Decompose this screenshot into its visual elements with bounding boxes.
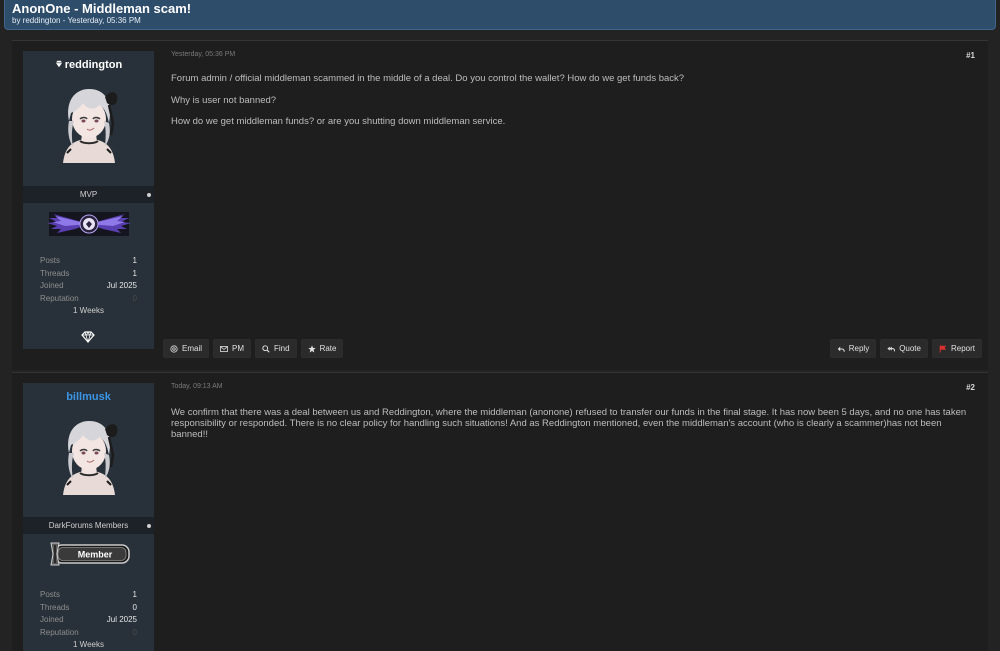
stat-label: Reputation xyxy=(40,293,79,303)
username-link[interactable]: reddington xyxy=(23,58,154,72)
username-link[interactable]: billmusk xyxy=(23,390,154,404)
quote-button[interactable]: Quote xyxy=(880,339,928,358)
stat-value: 1 xyxy=(132,256,137,265)
stat-value: 1 xyxy=(132,268,137,278)
reply-button[interactable]: Reply xyxy=(829,339,877,358)
user-rank: DarkForums Members xyxy=(23,517,154,534)
report-button[interactable]: Report xyxy=(931,339,982,358)
stat-label: Reputation xyxy=(40,627,79,637)
thread-subtitle: by reddington - Yesterday, 05:36 PM xyxy=(12,16,141,25)
post-body: Forum admin / official middleman scammed… xyxy=(171,73,979,138)
post-paragraph: Why is user not banned? xyxy=(171,94,277,106)
reply-icon xyxy=(837,346,845,352)
rank-label: DarkForums Members xyxy=(48,521,129,530)
post-2: billmusk DarkForums Members Member Posts… xyxy=(12,372,988,651)
stat-threads: Threads 1 xyxy=(40,268,137,281)
report-label: Report xyxy=(950,344,975,353)
quote-label: Quote xyxy=(899,344,921,353)
stat-value: 1 xyxy=(132,590,137,599)
rank-label: MVP xyxy=(79,190,98,199)
reputation-link[interactable]: 0 xyxy=(133,627,137,640)
rate-button[interactable]: Rate xyxy=(300,339,344,358)
stat-value: Jul 2025 xyxy=(106,281,137,290)
member-badge-label: Member xyxy=(78,550,113,560)
post-actions-right: Reply Quote Report xyxy=(829,339,982,358)
stat-reputation: Reputation 0 xyxy=(40,293,137,306)
stat-label: Joined xyxy=(40,615,64,624)
diamond-icon xyxy=(55,60,62,68)
thread-header: AnonOne - Middleman scam! by reddington … xyxy=(4,0,996,30)
post-paragraph: We confirm that there was a deal between… xyxy=(171,407,967,440)
stat-joined: Joined Jul 2025 xyxy=(40,280,137,293)
stat-label: Posts xyxy=(40,256,61,265)
stat-label: Posts xyxy=(40,590,61,599)
diamond-icon xyxy=(81,331,95,343)
thread-title: AnonOne - Middleman scam! xyxy=(12,1,192,16)
find-button[interactable]: Find xyxy=(255,339,297,358)
post-number-link[interactable]: #2 xyxy=(966,383,975,392)
flag-icon xyxy=(939,344,947,353)
envelope-icon xyxy=(220,345,229,352)
online-status-icon xyxy=(147,524,151,528)
stat-joined: Joined Jul 2025 xyxy=(40,614,137,627)
at-icon xyxy=(170,344,178,353)
find-label: Find xyxy=(274,344,290,353)
post-paragraph: Forum admin / official middleman scammed… xyxy=(171,73,685,84)
stat-label: Threads xyxy=(40,602,70,612)
pm-label: PM xyxy=(232,344,245,353)
stat-label: Joined xyxy=(40,281,64,290)
stat-label: Threads xyxy=(40,268,70,278)
email-label: Email xyxy=(182,344,203,353)
avatar[interactable] xyxy=(48,83,129,163)
star-icon xyxy=(307,344,316,353)
stat-value: Jul 2025 xyxy=(106,615,137,624)
author-panel: billmusk DarkForums Members Member Posts… xyxy=(23,383,154,651)
stat-value: 0 xyxy=(132,602,137,612)
user-rank: MVP xyxy=(23,186,154,203)
post-date: Today, 09:13 AM xyxy=(171,383,223,390)
username-text: reddington xyxy=(64,59,123,71)
stat-posts: Posts 1 xyxy=(40,255,137,268)
quote-icon xyxy=(887,346,896,351)
post-body: We confirm that there was a deal between… xyxy=(171,407,979,451)
mvp-badge xyxy=(47,212,131,236)
membership-duration: 1 Weeks xyxy=(73,640,104,649)
stat-threads: Threads 0 xyxy=(40,602,137,615)
member-badge: Member xyxy=(50,542,130,566)
user-stats: Posts 1 Threads 0 Joined Jul 2025 Reputatio… xyxy=(40,589,137,651)
search-icon xyxy=(262,344,270,353)
user-stats: Posts 1 Threads 1 Joined Jul 2025 Reputatio… xyxy=(40,255,137,318)
reply-label: Reply xyxy=(848,344,870,353)
reputation-link[interactable]: 0 xyxy=(133,293,137,306)
pm-button[interactable]: PM xyxy=(213,339,252,358)
post-1: reddington MVP Posts 1 Threads 1 Joined … xyxy=(12,40,988,370)
author-panel: reddington MVP Posts 1 Threads 1 Joined … xyxy=(23,51,154,349)
post-actions-left: Email PM Find Rate xyxy=(163,339,344,358)
post-date: Yesterday, 05:36 PM xyxy=(171,51,236,58)
online-status-icon xyxy=(147,193,151,197)
membership-duration: 1 Weeks xyxy=(73,306,104,315)
post-number-link[interactable]: #1 xyxy=(966,51,975,60)
rate-label: Rate xyxy=(319,344,337,353)
email-button[interactable]: Email xyxy=(163,339,210,358)
stat-posts: Posts 1 xyxy=(40,589,137,602)
avatar[interactable] xyxy=(48,415,129,495)
post-paragraph: How do we get middleman funds? or are yo… xyxy=(171,116,506,127)
stat-reputation: Reputation 0 xyxy=(40,627,137,640)
